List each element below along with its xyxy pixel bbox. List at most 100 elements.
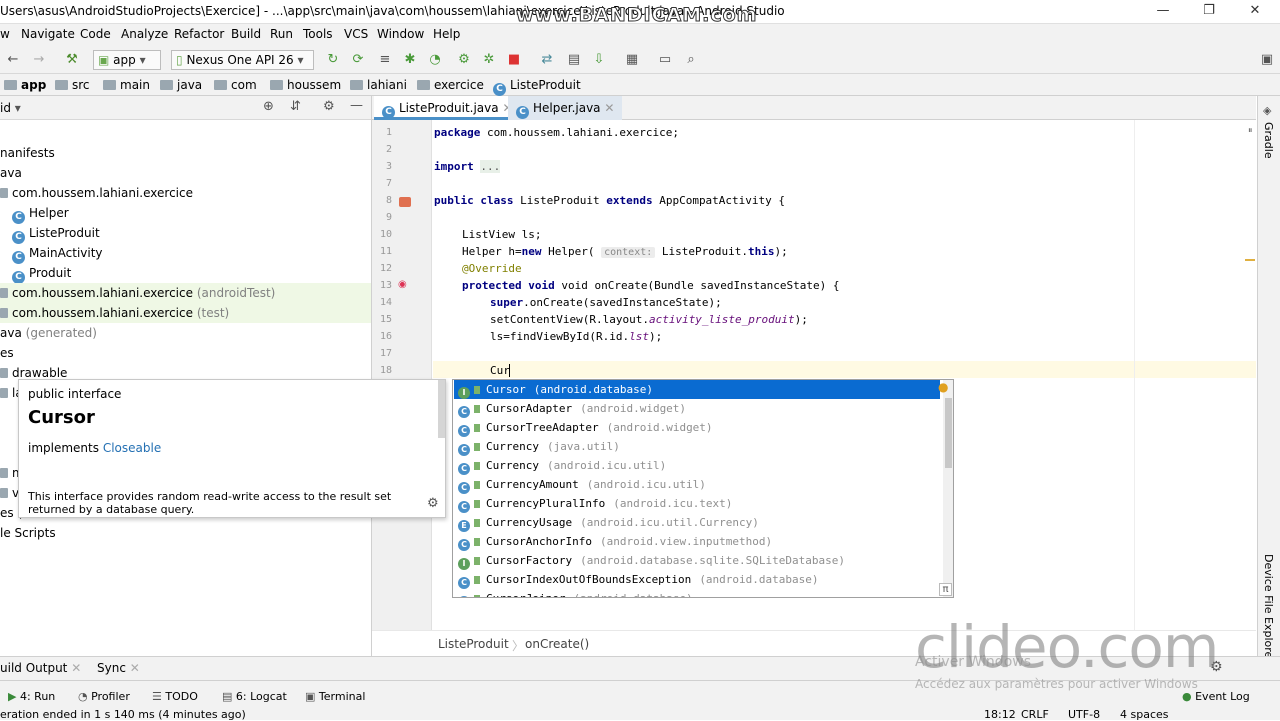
profiler-tool-button[interactable]: ◔ Profiler	[78, 690, 130, 703]
tab-listeproduit[interactable]: CListeProduit.java ✕	[374, 96, 521, 120]
logcat-tool-button[interactable]: ▤ 6: Logcat	[222, 690, 287, 703]
completion-item[interactable]: C CurrencyAmount (android.icu.util)	[454, 475, 940, 494]
tree-item-mainactivity[interactable]: C MainActivity	[12, 243, 103, 264]
tree-item-gradle-scripts[interactable]: le Scripts	[0, 523, 56, 543]
back-icon[interactable]: ←	[4, 51, 22, 69]
tree-item-package-test[interactable]: com.houssem.lahiani.exercice (test)	[0, 303, 371, 323]
file-encoding[interactable]: UTF-8	[1068, 708, 1100, 721]
close-button[interactable]: ✕	[1240, 3, 1270, 18]
tree-item-java[interactable]: ava	[0, 163, 22, 183]
menu-navigate[interactable]: Navigate	[21, 27, 75, 41]
completion-item[interactable]: C Currency (android.icu.util)	[454, 456, 940, 475]
breadcrumb-java[interactable]: java	[160, 78, 202, 92]
tree-item-java-generated[interactable]: ava (generated)	[0, 323, 97, 343]
menu-analyze[interactable]: Analyze	[121, 27, 168, 41]
completion-pin-icon[interactable]: π	[939, 583, 952, 596]
settings-gear-icon[interactable]: ⚙	[323, 99, 335, 114]
completion-scroll-thumb[interactable]	[945, 398, 952, 468]
module-select[interactable]: ▣ app ▾	[93, 50, 161, 70]
completion-item[interactable]: E CurrencyUsage (android.icu.util.Currency…	[454, 513, 940, 532]
debug-icon[interactable]: ✱	[401, 51, 419, 69]
apply-changes-icon[interactable]: ↻	[324, 51, 342, 69]
event-log-button[interactable]: ● Event Log	[1182, 690, 1250, 703]
breadcrumb-listeproduit[interactable]: C ListeProduit	[493, 78, 581, 96]
doc-implements-link[interactable]: Closeable	[103, 441, 161, 455]
tree-item-produit[interactable]: C Produit	[12, 263, 71, 284]
restart-icon[interactable]: ⟳	[349, 51, 367, 69]
tab-build-output[interactable]: uild Output ✕	[0, 661, 81, 675]
sync-gradle-icon[interactable]: ⇄	[538, 51, 556, 69]
doc-settings-icon[interactable]: ⚙	[427, 496, 439, 511]
completion-item[interactable]: C Currency (java.util)	[454, 437, 940, 456]
breadcrumb-houssem[interactable]: houssem	[270, 78, 341, 92]
menu-code[interactable]: Code	[80, 27, 111, 41]
maximize-button[interactable]: ❐	[1194, 3, 1224, 18]
bug-icon[interactable]: ✲	[480, 51, 498, 69]
project-view-selector[interactable]: id ▾	[0, 101, 21, 115]
warning-marker[interactable]	[1245, 259, 1255, 261]
breadcrumb-src[interactable]: src	[55, 78, 90, 92]
indent-setting[interactable]: 4 spaces	[1120, 708, 1169, 721]
breadcrumb-app[interactable]: app	[4, 78, 46, 92]
breadcrumb-com[interactable]: com	[214, 78, 257, 92]
tab-helper[interactable]: C Helper.java ✕	[508, 96, 623, 120]
code-breadcrumb-method[interactable]: onCreate()	[525, 637, 589, 651]
menu-tools[interactable]: Tools	[303, 27, 333, 41]
bulb-icon[interactable]: ●	[938, 380, 948, 394]
search-icon[interactable]: ⌕	[682, 51, 700, 69]
profile-icon[interactable]: ◔	[426, 51, 444, 69]
line-separator[interactable]: CRLF	[1021, 708, 1049, 721]
completion-item[interactable]: C CursorAnchorInfo (android.view.inputmeth…	[454, 532, 940, 551]
hide-panel-icon[interactable]: —	[350, 98, 363, 113]
todo-tool-button[interactable]: ☰ TODO	[152, 690, 198, 703]
menu-refactor[interactable]: Refactor	[174, 27, 224, 41]
android-activity-icon[interactable]	[399, 197, 411, 207]
completion-item[interactable]: I Cursor (android.database)	[454, 380, 940, 399]
completion-item[interactable]: C CursorJoiner (android.database)	[454, 589, 940, 597]
caret-position[interactable]: 18:12	[984, 708, 1016, 721]
locate-icon[interactable]: ⊕	[263, 99, 274, 114]
menu-help[interactable]: Help	[433, 27, 460, 41]
collapse-icon[interactable]: ⇵	[290, 99, 301, 114]
avd-manager-icon[interactable]: ▤	[565, 51, 583, 69]
forward-icon[interactable]: →	[30, 51, 48, 69]
breadcrumb-exercice[interactable]: exercice	[417, 78, 484, 92]
breadcrumb-main[interactable]: main	[103, 78, 150, 92]
coverage-icon[interactable]: ≡	[376, 51, 394, 69]
doc-scrollbar[interactable]	[438, 380, 445, 438]
tree-item-manifests[interactable]: nanifests	[0, 143, 55, 163]
tree-item-values[interactable]: v	[0, 483, 19, 503]
completion-item[interactable]: I CursorFactory (android.database.sqlite.S…	[454, 551, 940, 570]
breadcrumb-lahiani[interactable]: lahiani	[350, 78, 407, 92]
layout-inspector-icon[interactable]: ▭	[656, 51, 674, 69]
completion-item[interactable]: C CursorAdapter (android.widget)	[454, 399, 940, 418]
completion-item[interactable]: C CursorTreeAdapter (android.widget)	[454, 418, 940, 437]
device-file-explorer-tab[interactable]: Device File Explorer	[1262, 554, 1275, 663]
tree-item-res[interactable]: es	[0, 343, 14, 363]
import-fold[interactable]: ...	[480, 160, 501, 173]
close-tab-icon[interactable]: ✕	[604, 101, 614, 115]
tree-item-package-main[interactable]: com.houssem.lahiani.exercice	[0, 183, 193, 203]
attach-debugger-icon[interactable]: ⚙	[455, 51, 473, 69]
minimize-button[interactable]: —	[1148, 3, 1178, 18]
tab-sync[interactable]: Sync ✕	[97, 661, 140, 675]
tree-item-listeproduit[interactable]: C ListeProduit	[12, 223, 100, 244]
gradle-tool-tab[interactable]: Gradle	[1262, 122, 1275, 159]
menu-vcs[interactable]: VCS	[344, 27, 368, 41]
terminal-tool-button[interactable]: ▣ Terminal	[305, 690, 365, 703]
menu-build[interactable]: Build	[231, 27, 261, 41]
device-select[interactable]: ▯ Nexus One API 26 ▾	[171, 50, 314, 70]
sdk-manager-icon[interactable]: ⇩	[590, 51, 608, 69]
menu-window[interactable]: Window	[377, 27, 424, 41]
hammer-icon[interactable]: ⚒	[63, 51, 81, 69]
tree-item-helper[interactable]: C Helper	[12, 203, 69, 224]
stop-icon[interactable]: ■	[505, 51, 523, 69]
override-gutter-icon[interactable]: ◉	[398, 279, 407, 290]
run-tool-button[interactable]: ▶ 4: Run	[8, 690, 55, 703]
completion-item[interactable]: C CurrencyPluralInfo (android.icu.text)	[454, 494, 940, 513]
help-icon[interactable]: ▣	[1258, 51, 1276, 69]
menu-run[interactable]: Run	[270, 27, 293, 41]
menu-item-w[interactable]: w	[0, 27, 10, 41]
tree-item-package-androidtest[interactable]: com.houssem.lahiani.exercice (androidTes…	[0, 283, 371, 303]
code-breadcrumb-class[interactable]: ListeProduit	[438, 637, 509, 651]
